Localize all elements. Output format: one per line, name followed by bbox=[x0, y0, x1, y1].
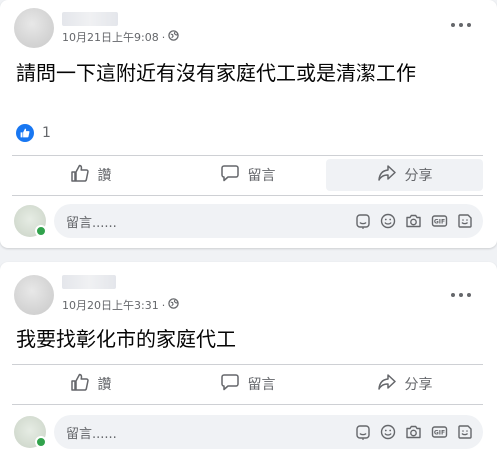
author-name-redacted[interactable] bbox=[62, 12, 118, 26]
like-icon bbox=[70, 372, 90, 396]
gif-icon[interactable]: GIF bbox=[431, 424, 448, 440]
comment-placeholder: 留言...... bbox=[66, 215, 117, 231]
sticker-icon[interactable] bbox=[355, 424, 371, 440]
online-status-icon bbox=[35, 225, 47, 237]
composer-tools: GIF bbox=[355, 213, 473, 229]
more-options-icon[interactable] bbox=[451, 290, 471, 300]
reaction-summary[interactable]: 1 bbox=[16, 124, 51, 142]
like-label: 讚 bbox=[97, 168, 112, 184]
emoji-icon[interactable] bbox=[380, 424, 396, 440]
comment-input[interactable]: 留言...... GIF bbox=[54, 204, 483, 238]
online-status-icon bbox=[35, 436, 47, 448]
globe-icon bbox=[168, 298, 179, 312]
author-avatar[interactable] bbox=[14, 8, 54, 48]
divider bbox=[12, 195, 483, 196]
like-label: 讚 bbox=[97, 377, 112, 393]
post-body-text: 我要找彰化市的家庭代工 bbox=[16, 327, 236, 351]
divider bbox=[12, 404, 483, 405]
avatar-sticker-icon[interactable] bbox=[457, 424, 473, 440]
like-button[interactable]: 讚 bbox=[12, 368, 169, 400]
post-card: 10月20日上午3:31 · 我要找彰化市的家庭代工 讚 留言 分享 留言...… bbox=[0, 262, 497, 458]
current-user-avatar[interactable] bbox=[14, 205, 47, 237]
post-body-text: 請問一下這附近有沒有家庭代工或是清潔工作 bbox=[16, 61, 416, 85]
comment-button[interactable]: 留言 bbox=[169, 159, 326, 191]
post-meta: 10月20日上午3:31 · bbox=[62, 297, 179, 313]
meta-separator: · bbox=[161, 30, 166, 44]
post-card: 10月21日上午9:08 · 請問一下這附近有沒有家庭代工或是清潔工作 1 讚 … bbox=[0, 0, 497, 248]
comment-button[interactable]: 留言 bbox=[169, 368, 326, 400]
gif-icon[interactable]: GIF bbox=[431, 213, 448, 229]
comment-composer: 留言...... GIF bbox=[14, 203, 483, 239]
comment-composer: 留言...... GIF bbox=[14, 414, 483, 450]
post-actions: 讚 留言 分享 bbox=[12, 159, 483, 191]
share-button[interactable]: 分享 bbox=[326, 159, 483, 191]
svg-text:GIF: GIF bbox=[434, 430, 445, 437]
reaction-count: 1 bbox=[42, 125, 51, 141]
share-icon bbox=[377, 372, 397, 396]
like-icon bbox=[70, 163, 90, 187]
post-timestamp[interactable]: 10月21日上午9:08 bbox=[62, 29, 159, 45]
more-options-icon[interactable] bbox=[451, 20, 471, 30]
composer-tools: GIF bbox=[355, 424, 473, 440]
divider bbox=[12, 155, 483, 156]
camera-icon[interactable] bbox=[405, 213, 422, 229]
share-label: 分享 bbox=[404, 168, 433, 184]
sticker-icon[interactable] bbox=[355, 213, 371, 229]
comment-placeholder: 留言...... bbox=[66, 426, 117, 442]
camera-icon[interactable] bbox=[405, 424, 422, 440]
like-reaction-icon bbox=[16, 124, 34, 142]
share-button[interactable]: 分享 bbox=[326, 368, 483, 400]
comment-label: 留言 bbox=[247, 168, 276, 184]
svg-text:GIF: GIF bbox=[434, 219, 445, 226]
comment-icon bbox=[220, 163, 240, 187]
post-timestamp[interactable]: 10月20日上午3:31 bbox=[62, 297, 159, 313]
comment-icon bbox=[220, 372, 240, 396]
meta-separator: · bbox=[161, 298, 166, 312]
post-actions: 讚 留言 分享 bbox=[12, 368, 483, 400]
comment-label: 留言 bbox=[247, 377, 276, 393]
post-meta: 10月21日上午9:08 · bbox=[62, 29, 179, 45]
share-label: 分享 bbox=[404, 377, 433, 393]
comment-input[interactable]: 留言...... GIF bbox=[54, 415, 483, 449]
share-icon bbox=[377, 163, 397, 187]
divider bbox=[12, 364, 483, 365]
globe-icon bbox=[168, 30, 179, 44]
current-user-avatar[interactable] bbox=[14, 416, 47, 448]
avatar-sticker-icon[interactable] bbox=[457, 213, 473, 229]
author-name-redacted[interactable] bbox=[62, 275, 116, 289]
emoji-icon[interactable] bbox=[380, 213, 396, 229]
like-button[interactable]: 讚 bbox=[12, 159, 169, 191]
author-avatar[interactable] bbox=[14, 275, 54, 315]
